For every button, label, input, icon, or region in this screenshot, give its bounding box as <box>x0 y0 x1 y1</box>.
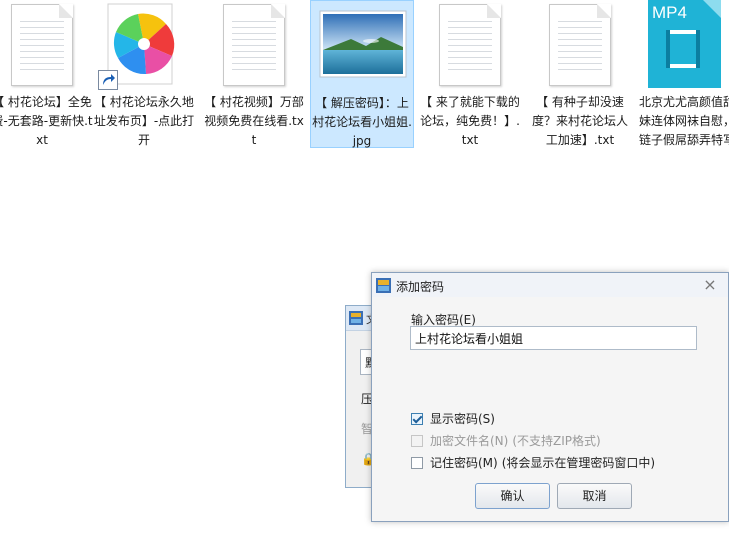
mp4-badge: MP4 <box>652 3 687 22</box>
remember-password-label: 记住密码(M) <box>430 456 498 470</box>
file-item[interactable]: 【 来了就能下载的论坛，纯免费！】.txt <box>418 0 522 148</box>
text-file-icon <box>418 0 522 90</box>
remember-password-note: (将会显示在管理密码窗口中) <box>501 456 656 470</box>
file-item-selected[interactable]: 【 解压密码】：上村花论坛看小姐姐.jpg <box>310 0 414 148</box>
file-name: 【 村花论坛永久地址发布页】-点此打开 <box>93 95 195 147</box>
add-password-dialog: 添加密码 × 输入密码(E) 显示密码(S) 加密文件名(N) (不支持ZIP格… <box>371 272 729 522</box>
encrypt-filenames-note: (不支持ZIP格式) <box>512 434 601 448</box>
file-name: 【 有种子却没速度？来村花论坛人工加速】.txt <box>531 95 628 147</box>
file-name: 【 村花视频】万部视频免费在线看.txt <box>204 95 304 147</box>
encrypt-filenames-label: 加密文件名(N) <box>430 434 509 448</box>
shortcut-arrow-icon <box>98 70 118 90</box>
encrypt-filenames-checkbox: 加密文件名(N) (不支持ZIP格式) <box>411 432 601 449</box>
archive-app-icon <box>349 311 363 325</box>
cancel-button[interactable]: 取消 <box>557 483 632 509</box>
close-icon[interactable]: × <box>700 275 720 295</box>
checkbox-icon[interactable] <box>411 456 423 469</box>
checkbox-checked-icon[interactable] <box>411 412 423 425</box>
archive-app-icon <box>376 278 391 293</box>
show-password-label: 显示密码(S) <box>430 412 495 426</box>
password-input[interactable] <box>410 326 697 350</box>
confirm-button[interactable]: 确认 <box>475 483 550 509</box>
file-name: 【 来了就能下载的论坛，纯免费！】.txt <box>420 95 520 147</box>
checkbox-icon <box>411 434 423 447</box>
image-thumbnail-icon <box>311 1 413 91</box>
file-name: 【 村花论坛】全免费-无套路-更新快.txt <box>0 95 93 147</box>
dialog-title: 添加密码 <box>396 280 445 294</box>
mp4-video-icon: MP4 <box>633 0 729 90</box>
file-name: 【 解压密码】：上村花论坛看小姐姐.jpg <box>312 96 412 148</box>
text-file-icon <box>0 0 94 90</box>
file-item[interactable]: 【 村花论坛永久地址发布页】-点此打开 <box>92 0 196 148</box>
file-item[interactable]: MP4 北京尤尤高颜值甜美萌妹连体网袜自慰，项圈链子假屌舔弄特写. <box>633 0 729 148</box>
text-file-icon <box>202 0 306 90</box>
file-name: 北京尤尤高颜值甜美萌妹连体网袜自慰，项圈链子假屌舔弄特写. <box>639 95 729 147</box>
file-item[interactable]: 【 有种子却没速度？来村花论坛人工加速】.txt <box>528 0 632 148</box>
browser-pinwheel-icon <box>92 0 196 90</box>
show-password-checkbox[interactable]: 显示密码(S) <box>411 410 495 427</box>
file-item[interactable]: 【 村花视频】万部视频免费在线看.txt <box>202 0 306 148</box>
remember-password-checkbox[interactable]: 记住密码(M) (将会显示在管理密码窗口中) <box>411 454 655 471</box>
dialog-titlebar[interactable]: 添加密码 × <box>372 273 728 297</box>
text-file-icon <box>528 0 632 90</box>
file-item[interactable]: 【 村花论坛】全免费-无套路-更新快.txt <box>0 0 94 148</box>
desktop: 【 村花论坛】全免费-无套路-更新快.txt 【 村花论坛永久地址发布页】-点此… <box>0 0 729 538</box>
